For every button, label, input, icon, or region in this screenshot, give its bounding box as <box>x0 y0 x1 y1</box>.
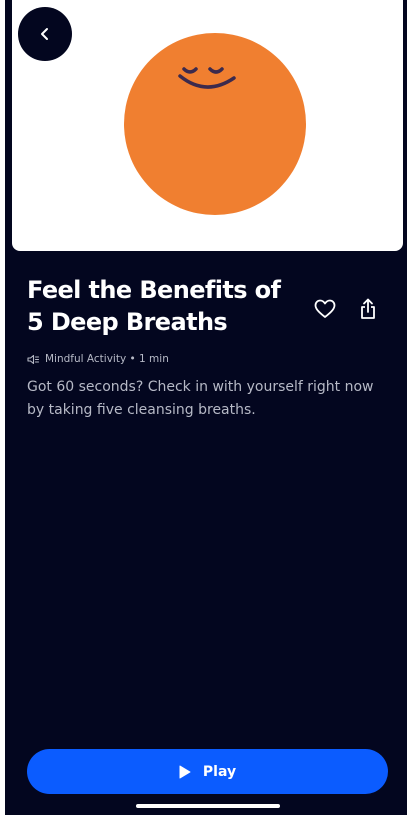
smiling-orb-illustration <box>124 33 306 215</box>
activity-title: Feel the Benefits of 5 Deep Breaths <box>27 276 281 336</box>
chevron-left-icon <box>41 28 48 40</box>
activity-screen: Feel the Benefits of 5 Deep Breaths Mind… <box>5 0 407 815</box>
meta-label: Mindful Activity • 1 min <box>45 353 169 365</box>
activity-description: Got 60 seconds? Check in with yourself r… <box>27 379 374 418</box>
play-button[interactable]: Play <box>27 749 388 794</box>
home-indicator[interactable] <box>136 804 280 808</box>
share-button[interactable] <box>354 295 382 323</box>
play-icon <box>179 765 191 778</box>
back-button[interactable] <box>18 7 72 61</box>
activity-meta: Mindful Activity • 1 min <box>27 351 169 367</box>
heart-icon <box>314 299 336 318</box>
speaker-icon <box>27 354 40 364</box>
share-icon <box>361 298 375 319</box>
play-label: Play <box>202 763 237 780</box>
favorite-button[interactable] <box>311 295 339 323</box>
